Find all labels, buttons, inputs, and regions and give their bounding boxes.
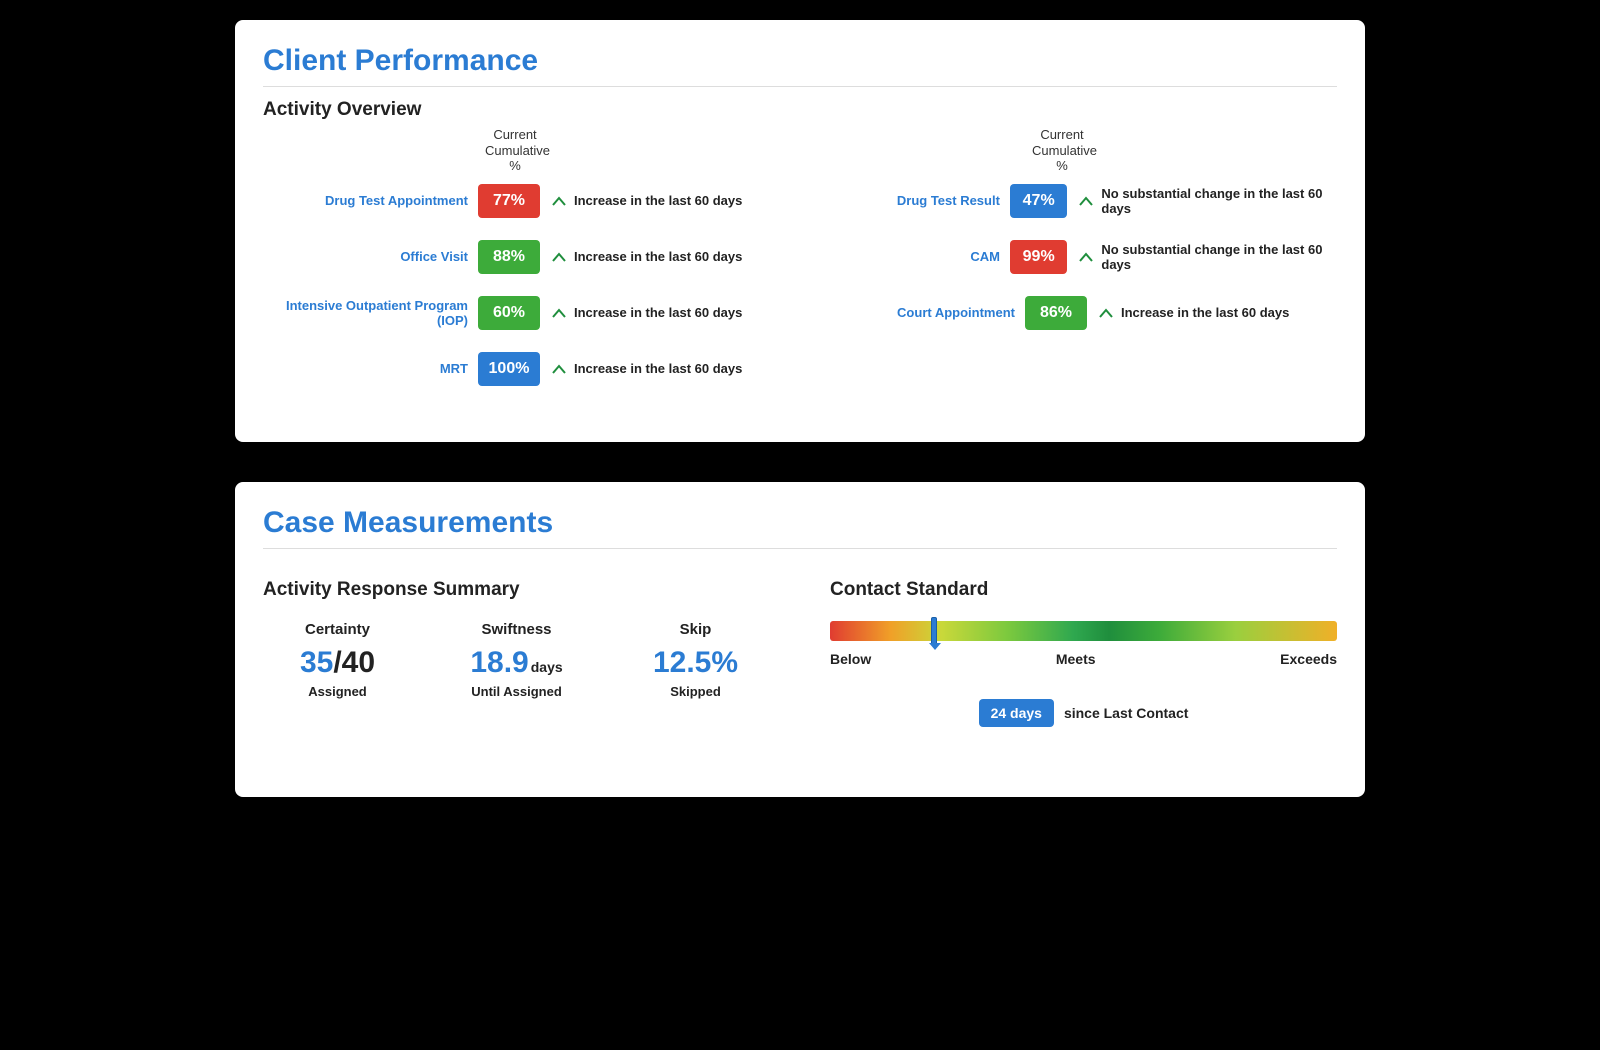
- metric-badge: 47%: [1010, 184, 1067, 218]
- trend-text: Increase in the last 60 days: [574, 249, 742, 264]
- trend-text: Increase in the last 60 days: [574, 305, 742, 320]
- trend-up-icon: [552, 364, 566, 374]
- stat-sub: Until Assigned: [442, 684, 591, 699]
- card-title: Case Measurements: [263, 506, 1337, 549]
- overview-right-column: Current Cumulative % Drug Test Result 47…: [810, 127, 1337, 408]
- metric-link-court-appointment[interactable]: Court Appointment: [810, 305, 1025, 320]
- gradient-bar: [830, 621, 1337, 641]
- scale-meets: Meets: [1056, 651, 1096, 667]
- stat-certainty: Certainty 35/40 Assigned: [263, 621, 412, 699]
- contact-heading: Contact Standard: [830, 579, 1337, 601]
- trend-text: No substantial change in the last 60 day…: [1101, 186, 1337, 216]
- metric-row: CAM 99% No substantial change in the las…: [810, 240, 1337, 274]
- metric-badge: 88%: [478, 240, 540, 274]
- scale-below: Below: [830, 651, 871, 667]
- column-header-left: Current Cumulative %: [485, 127, 545, 174]
- stat-sub: Assigned: [263, 684, 412, 699]
- metric-link-drug-test-result[interactable]: Drug Test Result: [810, 193, 1010, 208]
- metric-link-drug-test-appointment[interactable]: Drug Test Appointment: [263, 193, 478, 208]
- trend-text: Increase in the last 60 days: [574, 361, 742, 376]
- trend-text: Increase in the last 60 days: [1121, 305, 1289, 320]
- days-badge: 24 days: [979, 699, 1054, 727]
- card-title: Client Performance: [263, 44, 1337, 87]
- metric-link-office-visit[interactable]: Office Visit: [263, 249, 478, 264]
- stat-value: 35/40: [263, 648, 412, 678]
- metric-link-cam[interactable]: CAM: [810, 249, 1010, 264]
- metric-row: Office Visit 88% Increase in the last 60…: [263, 240, 790, 274]
- days-text: since Last Contact: [1064, 705, 1188, 721]
- metric-badge: 99%: [1010, 240, 1067, 274]
- metric-row: Drug Test Result 47% No substantial chan…: [810, 184, 1337, 218]
- stat-sub: Skipped: [621, 684, 770, 699]
- activity-overview-heading: Activity Overview: [263, 99, 1337, 121]
- client-performance-card: Client Performance Activity Overview Cur…: [235, 20, 1365, 442]
- metric-badge: 86%: [1025, 296, 1087, 330]
- stat-value: 12.5%: [621, 648, 770, 678]
- trend-text: Increase in the last 60 days: [574, 193, 742, 208]
- trend-up-icon: [552, 252, 566, 262]
- metric-badge: 77%: [478, 184, 540, 218]
- metric-badge: 100%: [478, 352, 540, 386]
- activity-response-summary: Activity Response Summary Certainty 35/4…: [263, 579, 770, 727]
- metric-link-mrt[interactable]: MRT: [263, 361, 478, 376]
- trend-up-icon: [1079, 196, 1093, 206]
- trend-up-icon: [552, 308, 566, 318]
- case-body: Activity Response Summary Certainty 35/4…: [263, 561, 1337, 727]
- contact-scale: [830, 621, 1337, 641]
- scale-labels: Below Meets Exceeds: [830, 651, 1337, 667]
- overview-left-column: Current Cumulative % Drug Test Appointme…: [263, 127, 790, 408]
- contact-standard: Contact Standard Below Meets Exceeds 24 …: [830, 579, 1337, 727]
- stat-label: Skip: [621, 621, 770, 638]
- stats-row: Certainty 35/40 Assigned Swiftness 18.9d…: [263, 621, 770, 699]
- stat-skip: Skip 12.5% Skipped: [621, 621, 770, 699]
- trend-up-icon: [552, 196, 566, 206]
- trend-text: No substantial change in the last 60 day…: [1101, 242, 1337, 272]
- metric-link-iop[interactable]: Intensive Outpatient Program (IOP): [263, 298, 478, 328]
- contact-badge-row: 24 days since Last Contact: [830, 699, 1337, 727]
- metric-row: Intensive Outpatient Program (IOP) 60% I…: [263, 296, 790, 330]
- column-header-right: Current Cumulative %: [1032, 127, 1092, 174]
- activity-overview: Current Cumulative % Drug Test Appointme…: [263, 127, 1337, 408]
- metric-badge: 60%: [478, 296, 540, 330]
- scale-exceeds: Exceeds: [1280, 651, 1337, 667]
- metric-row: MRT 100% Increase in the last 60 days: [263, 352, 790, 386]
- stat-label: Swiftness: [442, 621, 591, 638]
- stat-swiftness: Swiftness 18.9days Until Assigned: [442, 621, 591, 699]
- trend-up-icon: [1099, 308, 1113, 318]
- scale-marker: [931, 617, 937, 645]
- trend-up-icon: [1079, 252, 1093, 262]
- metric-row: Court Appointment 86% Increase in the la…: [810, 296, 1337, 330]
- metric-row: Drug Test Appointment 77% Increase in th…: [263, 184, 790, 218]
- stat-value: 18.9days: [442, 648, 591, 678]
- case-measurements-card: Case Measurements Activity Response Summ…: [235, 482, 1365, 797]
- stat-label: Certainty: [263, 621, 412, 638]
- summary-heading: Activity Response Summary: [263, 579, 770, 601]
